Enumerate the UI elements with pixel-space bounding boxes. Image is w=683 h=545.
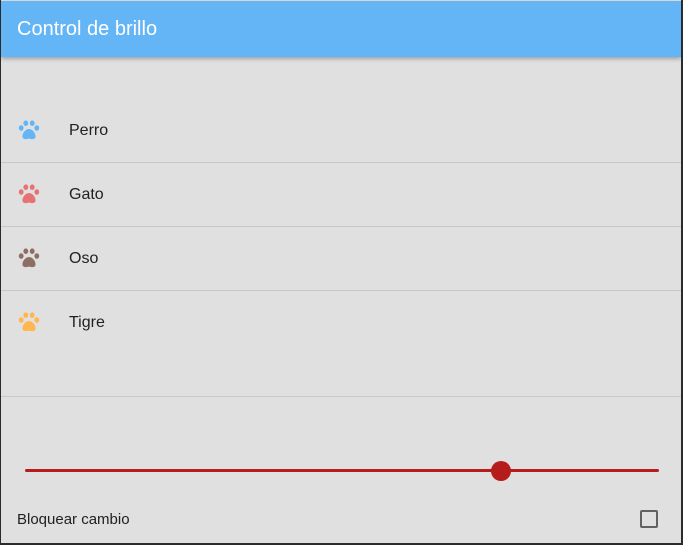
paw-icon [18,120,40,140]
slider-thumb[interactable] [490,461,511,481]
list-item-label: Tigre [69,314,105,331]
animal-list: Perro Gato Oso Tigre [1,99,681,355]
paw-icon [18,184,40,204]
list-item-tigre[interactable]: Tigre [1,291,681,355]
list-item-label: Gato [69,185,104,203]
lock-row: Bloquear cambio [1,500,681,538]
list-item-label: Perro [69,121,109,139]
list-item-oso[interactable]: Oso [1,227,681,291]
lock-label: Bloquear cambio [17,511,130,528]
app-bar: Control de brillo [1,1,681,57]
paw-icon [18,248,40,268]
lock-checkbox[interactable] [640,510,658,528]
slider-track[interactable] [25,469,659,472]
section-divider [1,396,681,397]
app-window: Control de brillo Perro Gato Oso Tigre B… [1,0,681,543]
list-item-gato[interactable]: Gato [1,163,681,227]
paw-icon [18,312,40,332]
brightness-slider[interactable] [25,458,659,484]
list-item-perro[interactable]: Perro [1,99,681,163]
app-title: Control de brillo [17,17,158,40]
list-item-label: Oso [69,249,99,267]
